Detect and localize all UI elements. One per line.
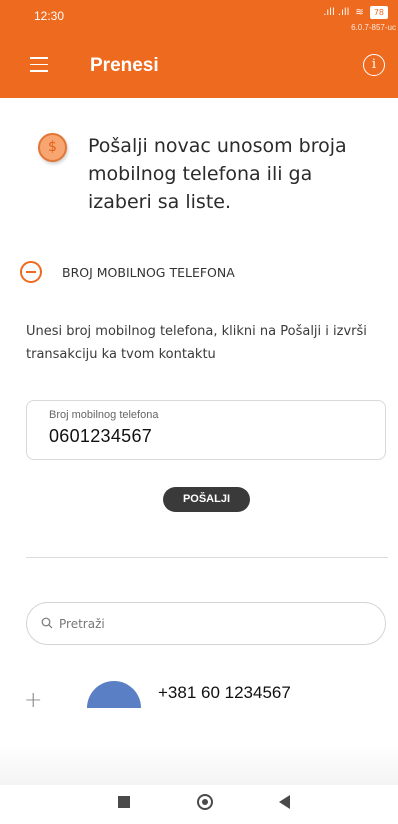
phone-number-field[interactable]: Broj mobilnog telefona 0601234567	[26, 400, 386, 460]
back-icon[interactable]	[279, 795, 290, 809]
section-header[interactable]: BROJ MOBILNOG TELEFONA	[20, 261, 235, 283]
home-icon[interactable]	[197, 794, 213, 810]
battery-icon: 78	[369, 6, 388, 19]
avatar	[87, 681, 141, 708]
hamburger-icon[interactable]	[30, 57, 48, 73]
phone-number-label: Broj mobilnog telefona	[49, 409, 159, 421]
phone-number-value[interactable]: 0601234567	[49, 426, 152, 447]
version-label: 6.0.7-857-uc	[351, 23, 396, 32]
status-bar: 12:30 .ıll .ıll ≋ 78 6.0.7-857-uc	[0, 0, 398, 36]
instruction-text: Unesi broj mobilnog telefona, klikni na …	[26, 324, 367, 362]
search-box[interactable]	[26, 602, 386, 645]
collapse-icon[interactable]	[20, 261, 42, 283]
wifi-icon: ≋	[355, 7, 364, 18]
search-input[interactable]	[59, 613, 359, 635]
contact-row[interactable]: + +381 60 1234567	[0, 670, 398, 725]
coin-icon: $	[38, 133, 67, 162]
bottom-shade	[0, 745, 398, 785]
divider	[26, 557, 388, 558]
page-title: Prenesi	[90, 55, 159, 76]
section-title: BROJ MOBILNOG TELEFONA	[62, 264, 235, 280]
signal-icon: .ıll .ıll	[323, 7, 350, 18]
system-nav-bar	[0, 785, 398, 824]
intro-text: Pošalji novac unosom broja mobilnog tele…	[88, 135, 347, 213]
add-icon[interactable]: +	[24, 688, 42, 713]
status-time: 12:30	[34, 9, 65, 23]
recent-apps-icon[interactable]	[118, 796, 130, 808]
status-icons: .ıll .ıll ≋ 78	[323, 6, 388, 19]
info-icon[interactable]: i	[363, 54, 385, 76]
contact-number: +381 60 1234567	[158, 683, 291, 702]
send-button[interactable]: POŠALJI	[163, 487, 250, 512]
search-icon	[41, 617, 53, 629]
app-bar: Prenesi i	[0, 36, 398, 98]
